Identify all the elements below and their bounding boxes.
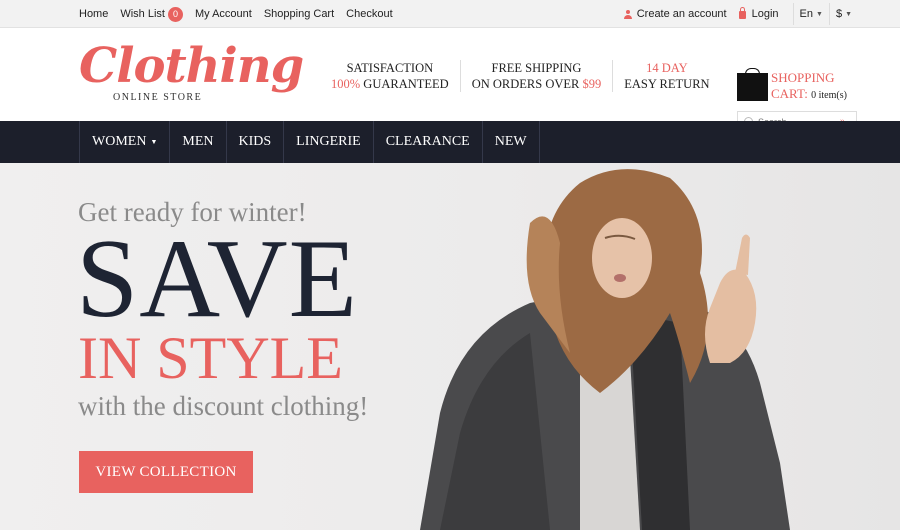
feature-shipping-text: ON ORDERS OVER (471, 77, 583, 91)
nav-item-label: WOMEN (92, 134, 147, 149)
user-icon (623, 9, 632, 19)
nav-item-lingerie[interactable]: LINGERIE (284, 121, 374, 163)
feature-shipping: FREE SHIPPING ON ORDERS OVER $99 (461, 60, 614, 92)
hero-subheadline: IN STYLE (78, 325, 343, 391)
create-account-link[interactable]: Create an account (623, 8, 727, 20)
top-bar: Home Wish List 0 My Account Shopping Cart… (0, 0, 900, 28)
view-collection-button[interactable]: VIEW COLLECTION (79, 451, 253, 493)
feature-percent: 100% (331, 77, 361, 91)
feature-return-title: 14 DAY (646, 61, 688, 75)
feature-satisfaction-subtitle: 100% GUARANTEED (331, 76, 449, 92)
wish-list-link[interactable]: Wish List 0 (120, 6, 183, 22)
feature-return: 14 DAY EASY RETURN (613, 60, 720, 92)
cart-count: 0 item(s) (811, 90, 847, 101)
logo-wordmark: Clothing (79, 38, 304, 94)
currency-selector[interactable]: $ ▼ (828, 3, 858, 25)
feature-guaranteed: GUARANTEED (360, 77, 449, 91)
cart-label-line1: SHOPPING (771, 70, 835, 85)
shopping-cart-widget[interactable]: SHOPPING CART: 0 item(s) (737, 68, 847, 104)
wish-list-count-badge: 0 (167, 6, 183, 22)
create-account-label: Create an account (636, 8, 727, 20)
nav-item-women[interactable]: WOMEN ▼ (80, 121, 171, 163)
shopping-cart-link[interactable]: Shopping Cart (264, 8, 334, 20)
cart-label: CART: (771, 86, 808, 101)
home-link[interactable]: Home (79, 8, 108, 20)
feature-shipping-amount: $99 (582, 77, 602, 91)
lock-icon (738, 7, 746, 19)
chevron-down-icon: ▼ (816, 10, 823, 18)
main-navigation: WOMEN ▼ MEN KIDS LINGERIE CLEARANCE NEW (0, 121, 900, 163)
hero-banner: Get ready for winter! SAVE IN STYLE with… (0, 163, 900, 530)
cart-label-line2: CART: 0 item(s) (771, 86, 847, 104)
store-features: SATISFACTION 100% GUARANTEED FREE SHIPPI… (320, 60, 721, 92)
feature-return-subtitle: EASY RETURN (624, 77, 710, 91)
nav-menu: WOMEN ▼ MEN KIDS LINGERIE CLEARANCE NEW (79, 121, 540, 163)
logo-subtitle: ONLINE STORE (113, 92, 203, 103)
checkout-link[interactable]: Checkout (346, 8, 392, 20)
currency-value: $ (835, 8, 843, 20)
shopping-bag-icon (737, 68, 768, 101)
feature-satisfaction: SATISFACTION 100% GUARANTEED (320, 60, 461, 92)
model-photo (420, 169, 790, 530)
feature-shipping-title: FREE SHIPPING (491, 61, 582, 75)
top-account-area: Create an account Login En ▼ $ ▼ (612, 0, 858, 28)
store-logo[interactable]: Clothing ONLINE STORE (79, 36, 304, 116)
feature-satisfaction-title: SATISFACTION (346, 61, 434, 75)
hero-description: with the discount clothing! (78, 391, 369, 421)
nav-item-men[interactable]: MEN (170, 121, 227, 163)
login-label: Login (751, 8, 779, 20)
chevron-down-icon: ▼ (150, 138, 158, 146)
site-header: Clothing ONLINE STORE SATISFACTION 100% … (0, 28, 900, 132)
nav-item-clearance[interactable]: CLEARANCE (374, 121, 483, 163)
language-value: En (799, 8, 813, 20)
my-account-link[interactable]: My Account (195, 8, 252, 20)
nav-item-new[interactable]: NEW (483, 121, 540, 163)
language-selector[interactable]: En ▼ (792, 3, 829, 25)
login-link[interactable]: Login (738, 7, 779, 20)
chevron-down-icon: ▼ (845, 10, 852, 18)
feature-shipping-subtitle: ON ORDERS OVER $99 (472, 76, 602, 92)
wish-list-label: Wish List (120, 8, 165, 20)
hero-headline: SAVE (76, 217, 359, 341)
nav-item-kids[interactable]: KIDS (227, 121, 285, 163)
top-links: Home Wish List 0 My Account Shopping Cart… (79, 0, 405, 28)
cart-summary: SHOPPING CART: 0 item(s) (771, 70, 847, 104)
